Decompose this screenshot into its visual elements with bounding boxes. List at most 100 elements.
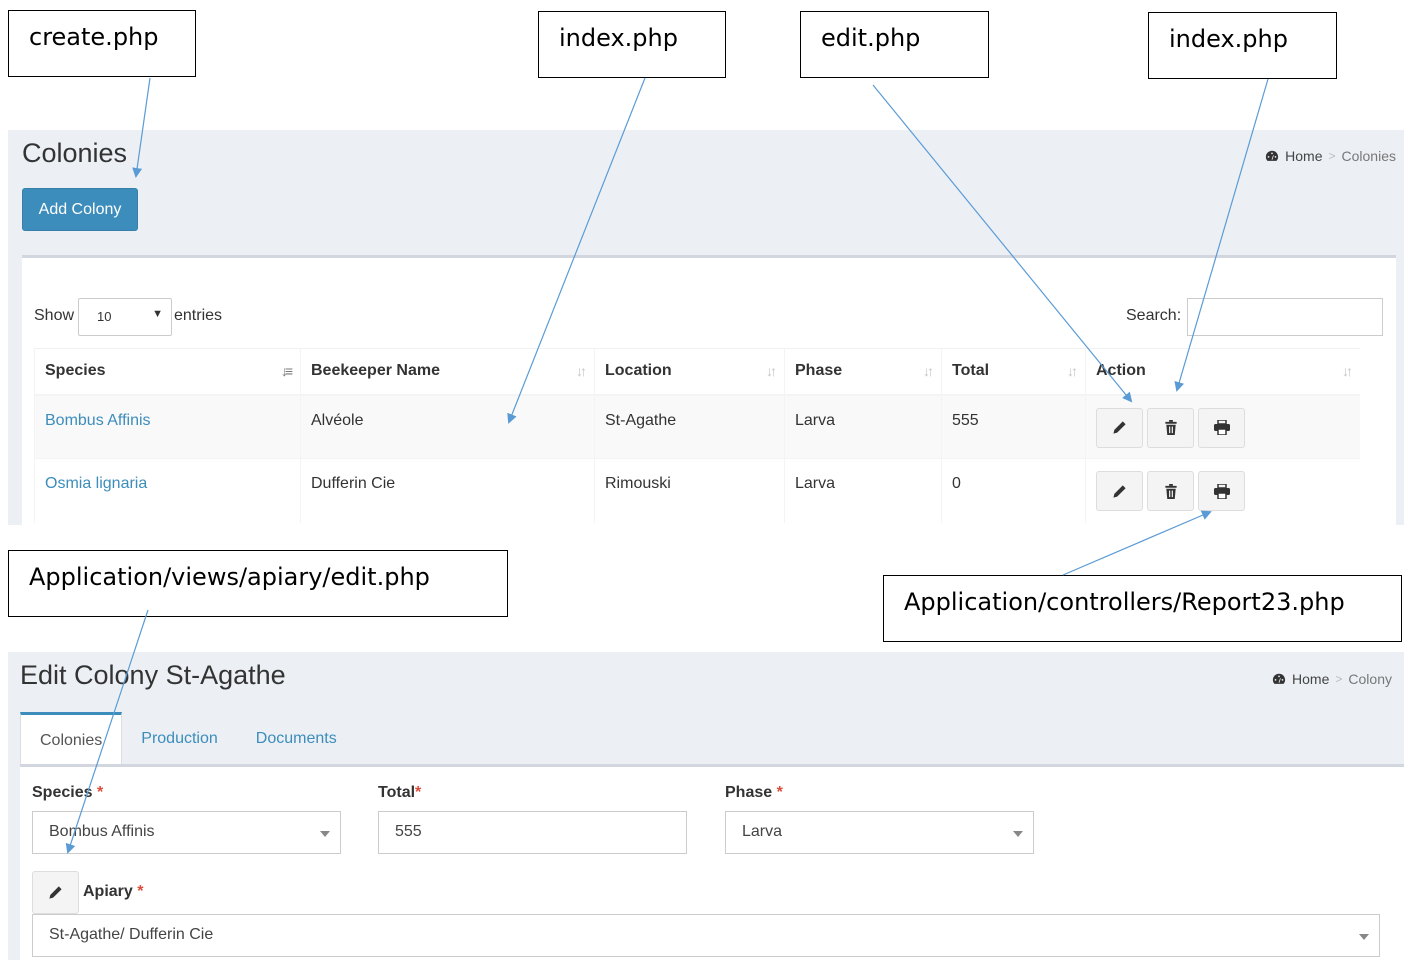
dashboard-icon <box>1272 673 1286 684</box>
species-link[interactable]: Osmia lignaria <box>45 475 147 492</box>
search-label: Search: <box>1126 307 1182 324</box>
callout-report: Application/controllers/Report23.php <box>883 575 1402 642</box>
tab-colonies[interactable]: Colonies <box>20 712 123 766</box>
delete-button[interactable] <box>1147 407 1194 448</box>
apiary-label: Apiary * <box>83 883 144 900</box>
phase-label: Phase * <box>725 784 783 801</box>
cell-phase: Larva <box>784 458 942 523</box>
sort-asc-icon: ↓≡ <box>280 363 293 379</box>
pencil-icon <box>1113 484 1126 498</box>
cell-total: 555 <box>941 394 1086 459</box>
col-phase-label: Phase <box>795 362 843 380</box>
breadcrumb-home[interactable]: Home <box>1285 148 1322 164</box>
required-mark: * <box>776 784 783 801</box>
col-action[interactable]: Action ↓↑ <box>1085 348 1360 396</box>
col-total-label: Total <box>952 362 990 380</box>
edit-page-title: Edit Colony St-Agathe <box>20 660 286 690</box>
col-species-label: Species <box>45 362 106 380</box>
required-mark: * <box>415 784 422 801</box>
total-label: Total* <box>378 784 422 801</box>
print-icon <box>1213 483 1230 499</box>
species-link[interactable]: Bombus Affinis <box>45 412 151 429</box>
breadcrumb-current: Colonies <box>1341 148 1396 164</box>
trash-icon <box>1164 483 1177 499</box>
entries-select[interactable]: 10 ▼ <box>78 298 172 336</box>
print-icon <box>1213 420 1230 435</box>
chevron-down-icon <box>320 831 330 837</box>
breadcrumb-home[interactable]: Home <box>1292 671 1329 687</box>
chevron-down-icon <box>1359 934 1369 940</box>
sort-icon: ↓↑ <box>766 363 777 379</box>
total-input[interactable]: 555 <box>378 811 687 854</box>
col-total[interactable]: Total ↓↑ <box>941 348 1086 396</box>
trash-icon <box>1164 420 1177 435</box>
dashboard-icon <box>1266 150 1279 161</box>
apiary-select-value: St-Agathe/ Dufferin Cie <box>49 926 214 943</box>
breadcrumb: Home > Colonies <box>1265 148 1396 164</box>
species-label: Species * <box>32 784 104 801</box>
search-input[interactable] <box>1187 298 1383 336</box>
pencil-icon <box>49 886 62 899</box>
cell-actions <box>1085 394 1360 459</box>
cell-location: St-Agathe <box>594 394 785 459</box>
cell-phase: Larva <box>784 394 942 459</box>
edit-colony-panel: Edit Colony St-Agathe Home > Colony Colo… <box>8 652 1404 960</box>
colonies-table: Species ↓≡ Beekeeper Name ↓↑ Location ↓↑ Ph… <box>34 348 1360 523</box>
col-action-label: Action <box>1096 362 1146 380</box>
cell-location: Rimouski <box>594 458 785 523</box>
cell-beekeeper: Dufferin Cie <box>300 458 595 523</box>
required-mark: * <box>137 883 144 900</box>
sort-icon: ↓↑ <box>1067 363 1078 379</box>
delete-button[interactable] <box>1147 471 1194 511</box>
callout-index-left: index.php <box>538 11 726 78</box>
cell-total: 0 <box>941 458 1086 523</box>
required-mark: * <box>96 784 104 801</box>
colony-form: Species * Bombus Affinis Total* 555 Phas… <box>20 767 1404 960</box>
print-button[interactable] <box>1198 407 1245 448</box>
print-button[interactable] <box>1198 471 1245 511</box>
chevron-down-icon <box>1013 831 1023 837</box>
col-beekeeper[interactable]: Beekeeper Name ↓↑ <box>300 348 595 396</box>
cell-species: Osmia lignaria <box>34 458 301 523</box>
cell-actions <box>1085 458 1360 523</box>
callout-create: create.php <box>8 10 196 77</box>
cell-species: Bombus Affinis <box>34 394 301 459</box>
chevron-down-icon: ▼ <box>152 308 163 320</box>
table-row: Bombus Affinis Alvéole St-Agathe Larva 5… <box>34 394 1360 459</box>
species-select[interactable]: Bombus Affinis <box>32 811 341 854</box>
page-title: Colonies <box>22 138 128 168</box>
edit-button[interactable] <box>1096 407 1143 448</box>
breadcrumb-current: Colony <box>1348 671 1392 687</box>
tab-documents[interactable]: Documents <box>237 712 356 766</box>
species-select-value: Bombus Affinis <box>49 823 155 840</box>
sort-icon: ↓↑ <box>923 363 934 379</box>
length-suffix: entries <box>174 307 223 324</box>
callout-edit: edit.php <box>800 11 989 78</box>
edit-tabs: Colonies Production Documents <box>20 712 356 766</box>
apiary-select[interactable]: St-Agathe/ Dufferin Cie <box>32 914 1380 957</box>
cell-beekeeper: Alvéole <box>300 394 595 459</box>
add-colony-button[interactable]: Add Colony <box>22 188 138 231</box>
col-location-label: Location <box>605 362 672 380</box>
colonies-panel: Colonies Home > Colonies Add Colony Show… <box>8 130 1404 525</box>
sort-icon: ↓↑ <box>1342 363 1353 379</box>
phase-select[interactable]: Larva <box>725 811 1034 854</box>
breadcrumb-separator: > <box>1335 672 1343 686</box>
breadcrumb-separator: > <box>1328 149 1336 163</box>
entries-select-value: 10 <box>97 309 112 324</box>
table-header-row: Species ↓≡ Beekeeper Name ↓↑ Location ↓↑ Ph… <box>34 348 1360 396</box>
phase-select-value: Larva <box>742 823 783 840</box>
sort-icon: ↓↑ <box>576 363 587 379</box>
col-location[interactable]: Location ↓↑ <box>594 348 785 396</box>
edit-apiary-button[interactable] <box>32 871 79 914</box>
col-phase[interactable]: Phase ↓↑ <box>784 348 942 396</box>
col-beekeeper-label: Beekeeper Name <box>311 362 440 380</box>
callout-apiary-edit: Application/views/apiary/edit.php <box>8 550 508 617</box>
col-species[interactable]: Species ↓≡ <box>34 348 301 396</box>
length-prefix: Show <box>34 307 75 324</box>
breadcrumb: Home > Colony <box>1272 671 1392 687</box>
callout-index-right: index.php <box>1148 12 1337 79</box>
table-row: Osmia lignaria Dufferin Cie Rimouski Lar… <box>34 458 1360 523</box>
edit-button[interactable] <box>1096 471 1143 511</box>
tab-production[interactable]: Production <box>122 712 237 766</box>
